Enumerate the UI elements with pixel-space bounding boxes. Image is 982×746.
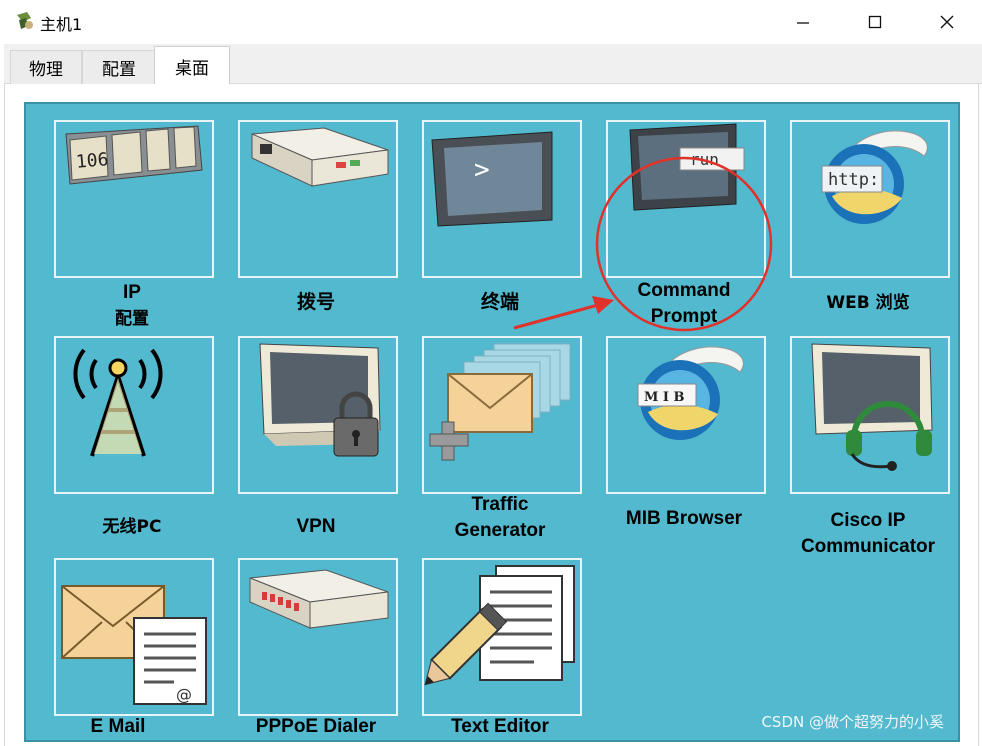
close-button[interactable] xyxy=(924,0,970,44)
annotation-circle xyxy=(595,156,773,332)
window-title: 主机1 xyxy=(40,15,83,34)
minimize-icon xyxy=(797,22,809,24)
annotation-arrow-shaft xyxy=(513,303,599,330)
desktop-panel: 106 IP 配置 拨号 > 终端 run Command Prompt htt… xyxy=(24,102,960,742)
minimize-button[interactable] xyxy=(780,0,826,44)
close-icon xyxy=(940,15,954,29)
app-pc-icon xyxy=(17,12,33,29)
annotation-arrow-head xyxy=(592,296,614,314)
title-bar: 主机1 xyxy=(0,0,982,44)
tab-config[interactable]: 配置 xyxy=(82,50,156,84)
maximize-button[interactable] xyxy=(852,0,898,44)
tab-bar: 物理 配置 桌面 xyxy=(4,44,982,86)
tab-physical[interactable]: 物理 xyxy=(10,50,82,84)
tab-desktop[interactable]: 桌面 xyxy=(154,46,230,86)
maximize-icon xyxy=(868,15,882,29)
watermark: CSDN @做个超努力的小奚 xyxy=(761,713,944,731)
annotation-overlay xyxy=(513,156,773,332)
